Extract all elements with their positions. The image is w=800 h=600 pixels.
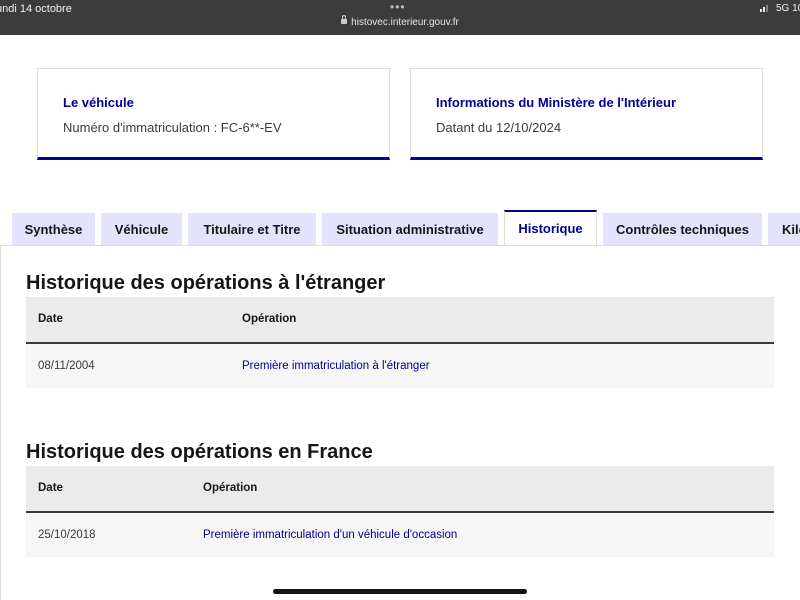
status-time: undi 14 octobre <box>0 3 72 15</box>
data-date: Datant du 12/10/2024 <box>436 120 562 135</box>
ministry-card-title: Informations du Ministère de l'Intérieur <box>436 95 677 110</box>
table-header: Date Opération <box>26 466 774 513</box>
tab-bar: Synthèse Véhicule Titulaire et Titre Sit… <box>0 210 800 246</box>
france-history-table: Date Opération 25/10/2018 Première immat… <box>26 466 774 557</box>
column-date: Date <box>38 313 63 325</box>
tab-synthese[interactable]: Synthèse <box>12 213 95 246</box>
table-row: 08/11/2004 Première immatriculation à l'… <box>26 344 774 388</box>
vehicle-card: Le véhicule Numéro d'immatriculation : F… <box>37 68 390 160</box>
column-operation: Opération <box>203 482 258 494</box>
foreign-history-title: Historique des opérations à l'étranger <box>26 272 386 294</box>
ministry-card: Informations du Ministère de l'Intérieur… <box>410 68 763 160</box>
home-indicator[interactable] <box>273 589 527 594</box>
network-indicator: 5G 10 <box>776 3 800 14</box>
tab-panel-left-border <box>0 245 1 600</box>
tab-vehicule[interactable]: Véhicule <box>101 213 182 246</box>
france-history-title: Historique des opérations en France <box>26 441 373 463</box>
table-row: 25/10/2018 Première immatriculation d'un… <box>26 513 774 557</box>
url-text: histovec.interieur.gouv.fr <box>351 17 459 28</box>
vehicle-card-title: Le véhicule <box>63 95 134 110</box>
tab-panel-top-border <box>0 245 800 246</box>
registration-number: Numéro d'immatriculation : FC-6**-EV <box>63 120 282 135</box>
tab-titulaire-titre[interactable]: Titulaire et Titre <box>188 213 316 246</box>
row-date: 25/10/2018 <box>38 529 96 541</box>
foreign-history-table: Date Opération 08/11/2004 Première immat… <box>26 297 774 388</box>
more-dots-icon[interactable]: ••• <box>390 0 406 14</box>
signal-icon <box>760 5 770 12</box>
browser-status-bar: undi 14 octobre ••• histovec.interieur.g… <box>0 0 800 35</box>
tab-kilometrage[interactable]: Kilométrage <box>768 213 800 246</box>
row-operation: Première immatriculation à l'étranger <box>242 360 430 372</box>
lock-icon <box>341 15 348 24</box>
tab-historique[interactable]: Historique <box>504 210 597 246</box>
column-operation: Opération <box>242 313 297 325</box>
column-date: Date <box>38 482 63 494</box>
address-bar[interactable]: histovec.interieur.gouv.fr <box>0 15 800 28</box>
tab-situation-administrative[interactable]: Situation administrative <box>322 213 498 246</box>
row-date: 08/11/2004 <box>38 360 95 372</box>
tab-controles-techniques[interactable]: Contrôles techniques <box>603 213 762 246</box>
row-operation: Première immatriculation d'un véhicule d… <box>203 529 458 541</box>
table-header: Date Opération <box>26 297 774 344</box>
